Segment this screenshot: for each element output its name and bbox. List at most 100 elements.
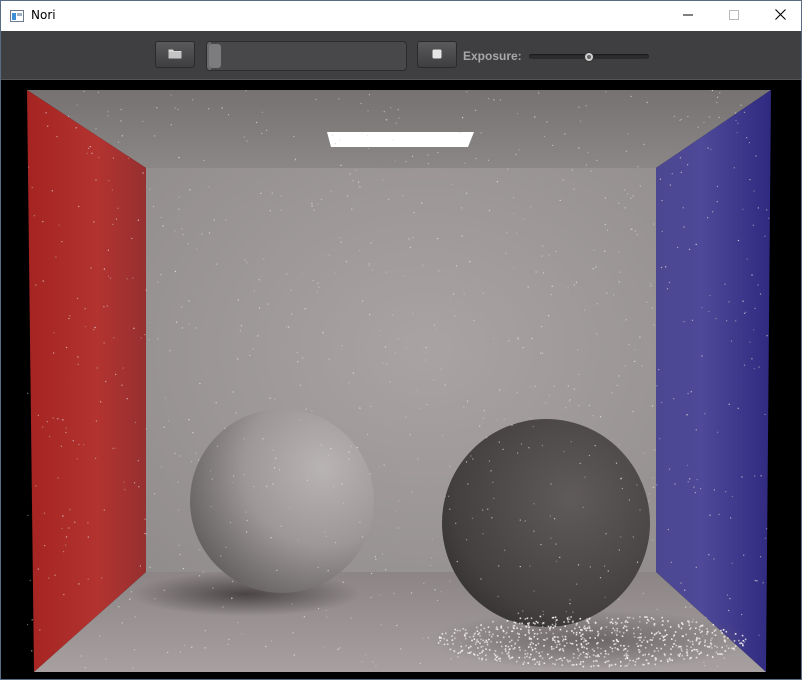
noise-speck [168,420,170,422]
noise-speck [688,248,691,250]
noise-speck [177,509,180,511]
noise-speck [534,116,536,118]
noise-speck [382,362,384,364]
stop-icon [432,46,442,64]
noise-speck [44,545,46,547]
noise-speck [232,475,235,477]
noise-speck [191,460,193,463]
caustic-speck [602,639,604,642]
noise-speck [627,193,629,195]
exposure-label: Exposure: [463,49,522,63]
caustic-speck [641,641,643,643]
caustic-speck [508,636,510,638]
noise-speck [87,147,90,149]
caustic-speck [588,625,590,628]
caustic-speck [532,642,534,645]
noise-speck [751,358,753,360]
noise-speck [462,117,464,119]
caustic-speck [500,625,502,628]
caustic-speck [526,655,528,658]
app-window: Nori Exposure: [0,0,802,680]
noise-speck [743,364,746,366]
caustic-speck [656,632,658,634]
noise-speck [529,417,531,419]
noise-speck [487,159,490,161]
caustic-speck [485,658,487,661]
noise-speck [542,626,544,628]
noise-speck [174,452,176,454]
noise-speck [120,108,122,111]
close-button[interactable] [757,1,801,31]
stop-render-button[interactable] [417,41,457,68]
caustic-speck [572,632,575,634]
noise-speck [585,164,587,166]
noise-speck [297,539,299,541]
noise-speck [383,111,385,113]
caustic-speck [594,655,597,657]
noise-speck [642,592,644,594]
caustic-speck [589,629,591,632]
noise-speck [628,344,630,346]
caustic-speck [614,647,616,649]
caustic-speck [654,633,656,635]
caustic-speck [518,636,520,638]
noise-speck [569,399,571,401]
caustic-speck [509,641,511,643]
noise-speck [683,321,685,323]
noise-speck [115,218,118,220]
exposure-slider-handle[interactable] [584,52,594,62]
noise-speck [513,212,515,215]
caustic-speck [624,657,627,660]
noise-speck [499,99,501,101]
caustic-speck [577,650,580,652]
noise-speck [52,417,54,419]
noise-speck [524,520,526,522]
noise-speck [153,493,156,495]
noise-speck [245,511,247,513]
noise-speck [78,443,80,446]
noise-speck [451,183,454,185]
noise-speck [196,248,198,250]
noise-speck [656,385,658,387]
noise-speck [114,447,116,449]
caustic-speck [583,646,586,649]
noise-speck [580,634,582,636]
noise-speck [572,611,574,613]
noise-speck [69,315,71,317]
noise-speck [169,350,171,352]
noise-speck [731,495,733,498]
noise-speck [83,90,85,93]
caustic-speck [695,649,697,651]
noise-speck [178,208,180,210]
title-bar[interactable]: Nori [1,1,801,31]
noise-speck [89,146,91,148]
noise-speck [213,219,215,221]
minimize-button[interactable] [665,1,711,31]
caustic-speck [534,623,536,625]
caustic-speck [686,652,688,655]
noise-speck [421,202,423,204]
caustic-speck [681,635,683,637]
noise-speck [533,530,535,532]
noise-speck [117,207,119,209]
noise-speck [266,129,268,131]
caustic-speck [699,641,702,643]
noise-speck [396,624,398,627]
maximize-button[interactable] [711,1,757,31]
noise-speck [325,609,327,611]
noise-speck [619,271,621,273]
caustic-speck [490,640,492,643]
caustic-speck [456,629,459,632]
noise-speck [587,151,589,153]
caustic-speck [626,621,629,623]
noise-speck [562,179,564,181]
noise-speck [318,286,320,288]
open-file-button[interactable] [155,41,195,68]
caustic-speck [706,628,708,630]
noise-speck [689,606,692,608]
noise-speck [517,452,519,454]
noise-speck [748,142,750,144]
caustic-speck [742,644,744,647]
caustic-speck [662,620,664,622]
noise-speck [754,307,756,309]
